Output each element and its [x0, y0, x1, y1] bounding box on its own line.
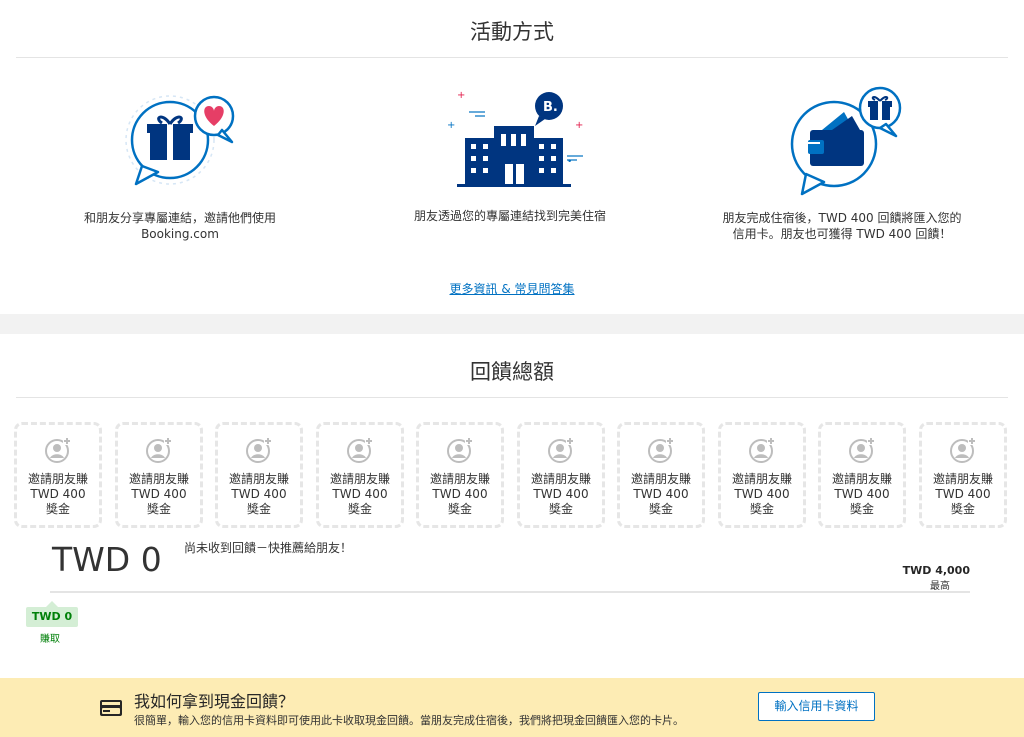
total-amount: TWD 0: [52, 540, 162, 579]
slot-amount: TWD 400: [332, 487, 388, 501]
invite-slot[interactable]: 邀請朋友賺 TWD 400 獎金: [919, 422, 1007, 528]
enter-card-details-button[interactable]: 輸入信用卡資料: [758, 692, 875, 721]
invite-slot[interactable]: 邀請朋友賺 TWD 400 獎金: [718, 422, 806, 528]
slot-label: 獎金: [246, 502, 271, 516]
slot-label: 獎金: [950, 502, 975, 516]
gift-chat-icon: [125, 95, 235, 186]
invite-slot[interactable]: 邀請朋友賺 TWD 400 獎金: [115, 422, 203, 528]
wallet-gift-icon: [790, 86, 902, 196]
slot-amount: TWD 400: [533, 487, 589, 501]
add-friend-icon: [347, 437, 373, 463]
svg-text:+: +: [575, 120, 583, 131]
add-friend-icon: [849, 437, 875, 463]
slot-label: 邀請朋友賺: [128, 472, 189, 486]
svg-text:+: +: [447, 120, 455, 131]
invite-slot[interactable]: 邀請朋友賺 TWD 400 獎金: [215, 422, 303, 528]
step-get-reward: 朋友完成住宿後，TWD 400 回饋將匯入您的 信用卡。朋友也可獲得 TWD 4…: [702, 82, 982, 242]
max-amount: TWD 4,000: [902, 564, 970, 577]
invite-slot[interactable]: 邀請朋友賺 TWD 400 獎金: [517, 422, 605, 528]
earned-badge: TWD 0: [26, 607, 78, 627]
status-hint: 尚未收到回饋－快推薦給朋友！: [184, 541, 353, 555]
add-friend-icon: [45, 437, 71, 463]
invite-slot[interactable]: 邀請朋友賺 TWD 400 獎金: [617, 422, 705, 528]
slot-amount: TWD 400: [131, 487, 187, 501]
add-friend-icon: [447, 437, 473, 463]
slot-amount: TWD 400: [935, 487, 991, 501]
banner-title: 我如何拿到現金回饋？: [134, 692, 295, 711]
step-text-line: 朋友完成住宿後，TWD 400 回饋將匯入您的: [722, 211, 962, 225]
invite-slot[interactable]: 邀請朋友賺 TWD 400 獎金: [14, 422, 102, 528]
referral-slots: 邀請朋友賺 TWD 400 獎金 邀請朋友賺 TWD 400 獎金 邀請朋友賺 TWD 400…: [14, 422, 1010, 528]
step-text-line: Booking.com: [141, 227, 219, 241]
progress-track: [50, 591, 970, 593]
slot-label: 獎金: [749, 502, 774, 516]
slot-amount: TWD 400: [633, 487, 689, 501]
credit-card-icon: [100, 700, 122, 716]
earned-label: 賺取: [40, 634, 60, 645]
divider: [16, 397, 1008, 398]
slot-label: 獎金: [648, 502, 673, 516]
slot-label: 邀請朋友賺: [228, 472, 289, 486]
add-friend-icon: [246, 437, 272, 463]
slot-label: 獎金: [447, 502, 472, 516]
slot-amount: TWD 400: [834, 487, 890, 501]
slot-label: 獎金: [548, 502, 573, 516]
step-text-line: 信用卡。朋友也可獲得 TWD 400 回饋！: [732, 227, 952, 241]
add-friend-icon: [950, 437, 976, 463]
svg-text:+: +: [457, 90, 465, 101]
slot-label: 邀請朋友賺: [630, 472, 691, 486]
add-friend-icon: [146, 437, 172, 463]
add-friend-icon: [648, 437, 674, 463]
hotel-booking-icon: + + + • B.: [447, 90, 583, 187]
invite-slot[interactable]: 邀請朋友賺 TWD 400 獎金: [416, 422, 504, 528]
step-text-line: 朋友透過您的專屬連結找到完美住宿: [413, 209, 606, 223]
step-text-line: 和朋友分享專屬連結，邀請他們使用: [83, 211, 276, 225]
step-share-link: 和朋友分享專屬連結，邀請他們使用 Booking.com: [40, 82, 320, 242]
svg-text:B.: B.: [543, 100, 558, 115]
slot-label: 獎金: [45, 502, 70, 516]
max-label: 最高: [930, 581, 950, 592]
slot-label: 邀請朋友賺: [731, 472, 792, 486]
invite-slot[interactable]: 邀請朋友賺 TWD 400 獎金: [316, 422, 404, 528]
slot-label: 邀請朋友賺: [932, 472, 993, 486]
section-title-how-it-works: 活動方式: [470, 20, 554, 44]
add-friend-icon: [548, 437, 574, 463]
how-it-works-section: 活動方式 和朋友分享專屬連結，邀請他們使用 Booking.com + + + …: [0, 0, 1024, 314]
slot-label: 獎金: [849, 502, 874, 516]
slot-amount: TWD 400: [231, 487, 287, 501]
slot-label: 獎金: [347, 502, 372, 516]
section-title-reward-total: 回饋總額: [470, 360, 554, 384]
invite-slot[interactable]: 邀請朋友賺 TWD 400 獎金: [818, 422, 906, 528]
cash-reward-banner: 我如何拿到現金回饋？ 很簡單，輸入您的信用卡資料即可使用此卡收取現金回饋。當朋友…: [0, 678, 1024, 737]
step-find-stay: + + + • B. 朋友透過您的專屬連結找到完美住宿: [370, 86, 650, 224]
slot-label: 獎金: [146, 502, 171, 516]
slot-label: 邀請朋友賺: [27, 472, 88, 486]
slot-amount: TWD 400: [734, 487, 790, 501]
slot-amount: TWD 400: [30, 487, 86, 501]
svg-text:•: •: [567, 157, 572, 167]
slot-label: 邀請朋友賺: [329, 472, 390, 486]
faq-link[interactable]: 更多資訊 & 常見問答集: [0, 280, 1024, 297]
banner-description: 很簡單，輸入您的信用卡資料即可使用此卡收取現金回饋。當朋友完成住宿後，我們將把現…: [134, 714, 684, 727]
section-separator: [0, 314, 1024, 334]
slot-amount: TWD 400: [432, 487, 488, 501]
add-friend-icon: [749, 437, 775, 463]
reward-total-section: 回饋總額 邀請朋友賺 TWD 400 獎金 邀請朋友賺 TWD 400 獎金 邀請朋友賺 TW…: [0, 334, 1024, 678]
slot-label: 邀請朋友賺: [831, 472, 892, 486]
divider: [16, 57, 1008, 58]
slot-label: 邀請朋友賺: [530, 472, 591, 486]
slot-label: 邀請朋友賺: [429, 472, 490, 486]
